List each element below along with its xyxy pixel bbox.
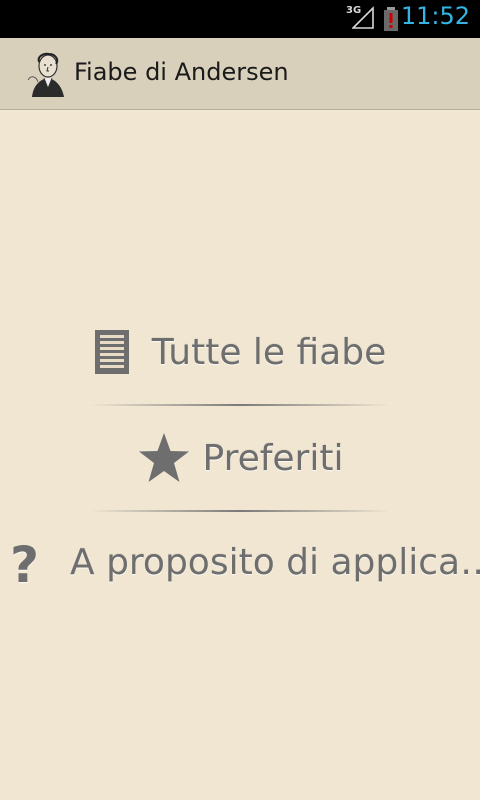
andersen-portrait-icon[interactable] bbox=[22, 50, 70, 98]
menu-item-label: A proposito di applica… bbox=[70, 542, 480, 583]
status-bar: 3G 11:52 bbox=[0, 0, 480, 38]
action-bar: Fiabe di Andersen bbox=[0, 38, 480, 110]
star-icon bbox=[138, 433, 189, 482]
clock: 11:52 bbox=[400, 2, 470, 30]
main-menu: Tutte le fiabe Preferiti ? A proposito d… bbox=[0, 300, 480, 616]
menu-item-all-tales[interactable]: Tutte le fiabe bbox=[0, 300, 480, 404]
question-icon: ? bbox=[10, 536, 40, 594]
battery-alert-icon bbox=[384, 7, 398, 31]
menu-item-about[interactable]: ? A proposito di applica… bbox=[0, 512, 480, 616]
list-document-icon bbox=[94, 330, 129, 374]
app-title: Fiabe di Andersen bbox=[74, 58, 289, 86]
menu-item-label: Preferiti bbox=[202, 437, 344, 479]
menu-item-favorites[interactable]: Preferiti bbox=[0, 406, 480, 510]
signal-icon bbox=[352, 6, 374, 29]
menu-item-label: Tutte le fiabe bbox=[151, 331, 387, 373]
